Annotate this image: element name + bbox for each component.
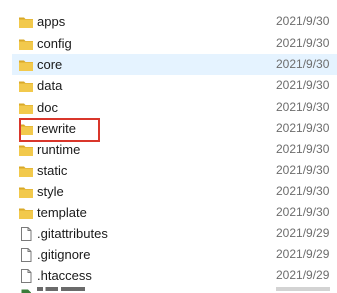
item-date: 2021/9/30: [276, 163, 330, 177]
folder-icon: [19, 81, 33, 92]
file-icon: [21, 248, 32, 262]
list-item-style[interactable]: style 2021/9/30: [12, 181, 337, 202]
folder-icon: [19, 17, 33, 28]
folder-icon: [19, 60, 33, 71]
item-date: 2021/9/29: [276, 268, 330, 282]
folder-icon: [19, 39, 33, 50]
item-name-cut-off: [37, 287, 97, 291]
folder-icon: [19, 124, 33, 135]
list-item-gitignore[interactable]: .gitignore 2021/9/29: [12, 244, 337, 265]
file-icon: [21, 289, 31, 293]
file-icon: [21, 227, 32, 241]
folder-icon: [19, 208, 33, 219]
list-item-partial[interactable]: [12, 287, 337, 293]
item-date: 2021/9/29: [276, 226, 330, 240]
list-item-template[interactable]: template 2021/9/30: [12, 202, 337, 223]
item-date: 2021/9/30: [276, 121, 330, 135]
item-name: core: [37, 57, 63, 72]
item-name: static: [37, 163, 68, 178]
item-name: .gitattributes: [37, 226, 108, 241]
item-name: .htaccess: [37, 268, 92, 283]
file-list: apps 2021/9/30 config 2021/9/30 core 202…: [0, 0, 337, 293]
list-item-apps[interactable]: apps 2021/9/30: [12, 11, 337, 32]
item-name: template: [37, 205, 87, 220]
list-item-htaccess[interactable]: .htaccess 2021/9/29: [12, 265, 337, 286]
list-item-rewrite[interactable]: rewrite 2021/9/30: [12, 118, 337, 139]
item-name: .gitignore: [37, 247, 91, 262]
folder-icon: [19, 145, 33, 156]
file-icon: [21, 269, 32, 283]
item-date: 2021/9/30: [276, 184, 330, 198]
item-name: rewrite: [37, 121, 77, 136]
list-item-runtime[interactable]: runtime 2021/9/30: [12, 139, 337, 160]
item-name: apps: [37, 14, 66, 29]
item-date: 2021/9/30: [276, 205, 330, 219]
folder-icon: [19, 166, 33, 177]
list-item-static[interactable]: static 2021/9/30: [12, 160, 337, 181]
item-date: 2021/9/29: [276, 247, 330, 261]
item-date: 2021/9/30: [276, 36, 330, 50]
item-name: style: [37, 184, 64, 199]
item-date: 2021/9/30: [276, 14, 330, 28]
item-date: 2021/9/30: [276, 57, 330, 71]
folder-icon: [19, 103, 33, 114]
list-item-config[interactable]: config 2021/9/30: [12, 33, 337, 54]
list-item-core[interactable]: core 2021/9/30: [12, 54, 337, 75]
item-date: 2021/9/30: [276, 142, 330, 156]
folder-icon: [19, 187, 33, 198]
item-name: doc: [37, 100, 58, 115]
item-date: 2021/9/30: [276, 78, 330, 92]
item-date: 2021/9/30: [276, 100, 330, 114]
item-name: config: [37, 36, 72, 51]
item-date-cut-off: [276, 287, 330, 291]
list-item-doc[interactable]: doc 2021/9/30: [12, 97, 337, 118]
item-name: data: [37, 78, 63, 93]
list-item-data[interactable]: data 2021/9/30: [12, 75, 337, 96]
list-item-gitattributes[interactable]: .gitattributes 2021/9/29: [12, 223, 337, 244]
item-name: runtime: [37, 142, 81, 157]
